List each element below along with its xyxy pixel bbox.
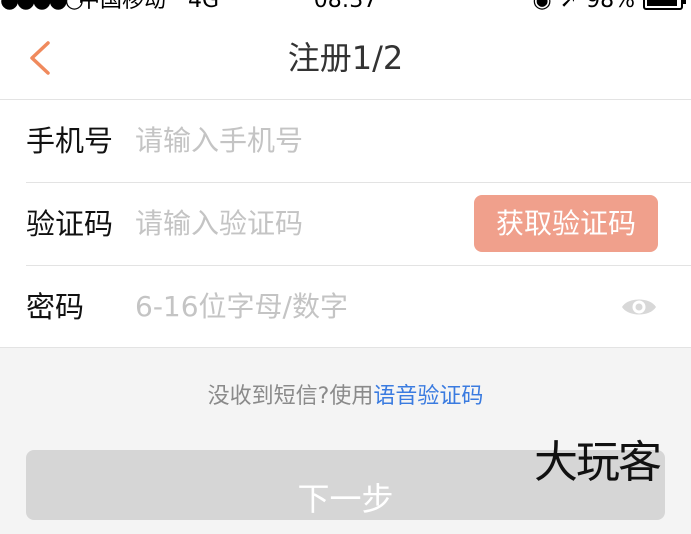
watermark-logo: 大玩客 — [534, 437, 662, 488]
password-label: 密码 — [26, 290, 85, 324]
rotation-lock-icon: ◉ — [532, 0, 552, 13]
password-input[interactable] — [135, 286, 455, 328]
get-code-button[interactable]: 获取验证码 — [474, 195, 658, 252]
code-input[interactable] — [135, 203, 455, 245]
battery-percent: 98% — [586, 0, 635, 13]
phone-label: 手机号 — [26, 124, 114, 158]
phone-input[interactable] — [135, 120, 455, 162]
code-row: 验证码 获取验证码 — [0, 183, 691, 265]
phone-row: 手机号 — [0, 100, 691, 182]
registration-form: 手机号 验证码 获取验证码 密码 — [0, 100, 691, 348]
hint-text: 没收到短信?使用 — [207, 384, 374, 409]
code-label: 验证码 — [26, 207, 114, 241]
page-title: 注册1/2 — [287, 39, 404, 77]
password-row: 密码 — [0, 266, 691, 348]
voice-code-link[interactable]: 语音验证码 — [373, 384, 483, 409]
status-bar: ●●●●○ 中国移动 4G 08:37 ◉ ➚ 98% — [0, 0, 691, 14]
nav-bar: 注册1/2 — [0, 14, 691, 100]
battery-icon — [643, 0, 686, 10]
voice-code-hint: 没收到短信?使用语音验证码 — [0, 380, 691, 414]
status-right: ◉ ➚ 98% — [532, 0, 686, 14]
eye-icon[interactable] — [620, 294, 658, 320]
location-icon: ➚ — [559, 0, 579, 13]
